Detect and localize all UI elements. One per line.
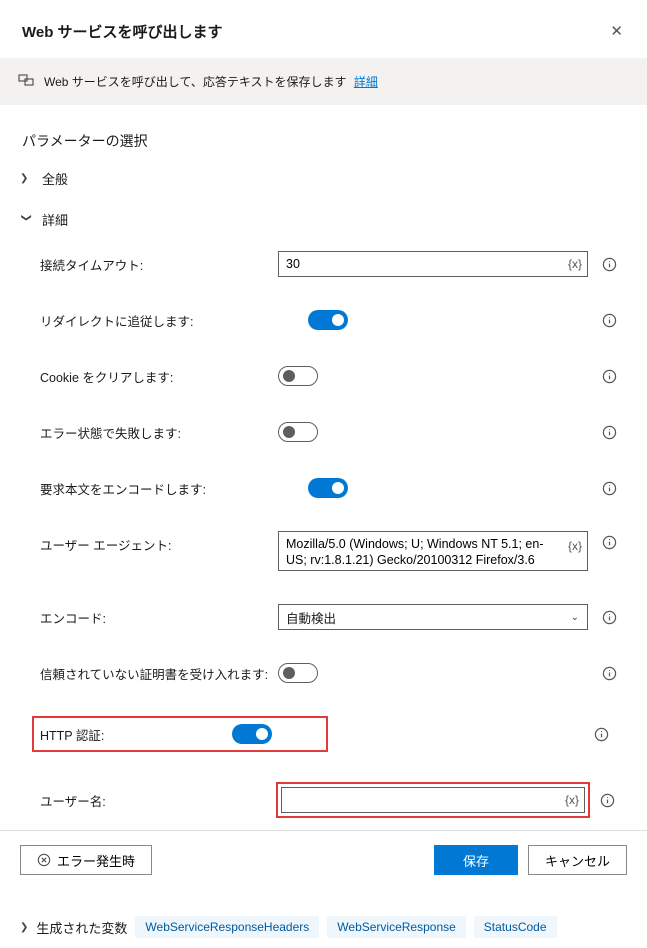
web-service-icon — [18, 72, 34, 91]
info-icon[interactable] — [602, 531, 617, 550]
chevron-down-icon: ❯ — [21, 214, 32, 226]
encode-body-toggle[interactable] — [308, 478, 348, 498]
info-bar-text: Web サービスを呼び出して、応答テキストを保存します — [44, 75, 346, 89]
info-icon[interactable] — [602, 425, 617, 440]
fail-on-error-label: エラー状態で失敗します: — [40, 423, 278, 442]
encoding-select-value: 自動検出 — [286, 608, 336, 627]
http-auth-toggle[interactable] — [232, 724, 272, 744]
accept-untrusted-toggle[interactable] — [278, 663, 318, 683]
info-icon[interactable] — [602, 369, 617, 384]
generated-var-chip[interactable]: WebServiceResponse — [327, 916, 466, 938]
clear-cookies-label: Cookie をクリアします: — [40, 367, 278, 386]
username-input[interactable] — [281, 787, 585, 813]
info-icon[interactable] — [602, 666, 617, 681]
info-icon[interactable] — [594, 727, 609, 742]
variable-token-icon[interactable]: {x} — [565, 793, 579, 807]
info-icon[interactable] — [602, 481, 617, 496]
fail-on-error-toggle[interactable] — [278, 422, 318, 442]
generated-variables-label: 生成された変数 — [36, 918, 127, 937]
on-error-label: エラー発生時 — [57, 851, 135, 870]
expander-advanced[interactable]: ❯ 詳細 — [20, 210, 625, 229]
follow-redirect-toggle[interactable] — [308, 310, 348, 330]
expander-advanced-label: 詳細 — [42, 210, 68, 229]
info-icon[interactable] — [602, 313, 617, 328]
accept-untrusted-label: 信頼されていない証明書を受け入れます: — [40, 664, 278, 683]
encode-body-label: 要求本文をエンコードします: — [40, 479, 308, 498]
variable-token-icon[interactable]: {x} — [568, 539, 582, 553]
expander-general-label: 全般 — [42, 169, 68, 188]
generated-var-chip[interactable]: WebServiceResponseHeaders — [135, 916, 319, 938]
cancel-button[interactable]: キャンセル — [528, 845, 627, 875]
generated-var-chip[interactable]: StatusCode — [474, 916, 557, 938]
info-bar: Web サービスを呼び出して、応答テキストを保存します 詳細 — [0, 58, 647, 105]
follow-redirect-label: リダイレクトに追従します: — [40, 311, 308, 330]
encoding-label: エンコード: — [40, 608, 278, 627]
info-icon[interactable] — [600, 793, 615, 808]
encoding-select[interactable]: 自動検出 ⌄ — [278, 604, 588, 630]
chevron-down-icon: ⌄ — [571, 612, 579, 623]
user-agent-input[interactable]: Mozilla/5.0 (Windows; U; Windows NT 5.1;… — [278, 531, 588, 571]
dialog-title: Web サービスを呼び出します — [22, 21, 223, 42]
clear-cookies-toggle[interactable] — [278, 366, 318, 386]
chevron-right-icon: ❯ — [20, 173, 32, 184]
username-highlight: {x} — [276, 782, 590, 818]
close-icon[interactable]: ✕ — [606, 18, 627, 44]
variable-token-icon[interactable]: {x} — [568, 257, 582, 271]
http-auth-highlight: HTTP 認証: — [32, 716, 328, 752]
username-label: ユーザー名: — [40, 791, 276, 810]
expander-general[interactable]: ❯ 全般 — [20, 169, 625, 188]
save-button[interactable]: 保存 — [434, 845, 518, 875]
timeout-input[interactable] — [278, 251, 588, 277]
http-auth-label: HTTP 認証: — [40, 725, 232, 744]
info-icon[interactable] — [602, 610, 617, 625]
info-bar-link[interactable]: 詳細 — [354, 75, 378, 89]
user-agent-label: ユーザー エージェント: — [40, 531, 278, 554]
section-title: パラメーターの選択 — [22, 131, 625, 151]
info-icon[interactable] — [602, 257, 617, 272]
generated-variables-expander[interactable]: ❯ 生成された変数 WebServiceResponseHeaders WebS… — [20, 916, 625, 938]
on-error-button[interactable]: エラー発生時 — [20, 845, 152, 875]
timeout-label: 接続タイムアウト: — [40, 255, 278, 274]
error-icon — [37, 853, 51, 867]
chevron-right-icon: ❯ — [20, 922, 28, 933]
